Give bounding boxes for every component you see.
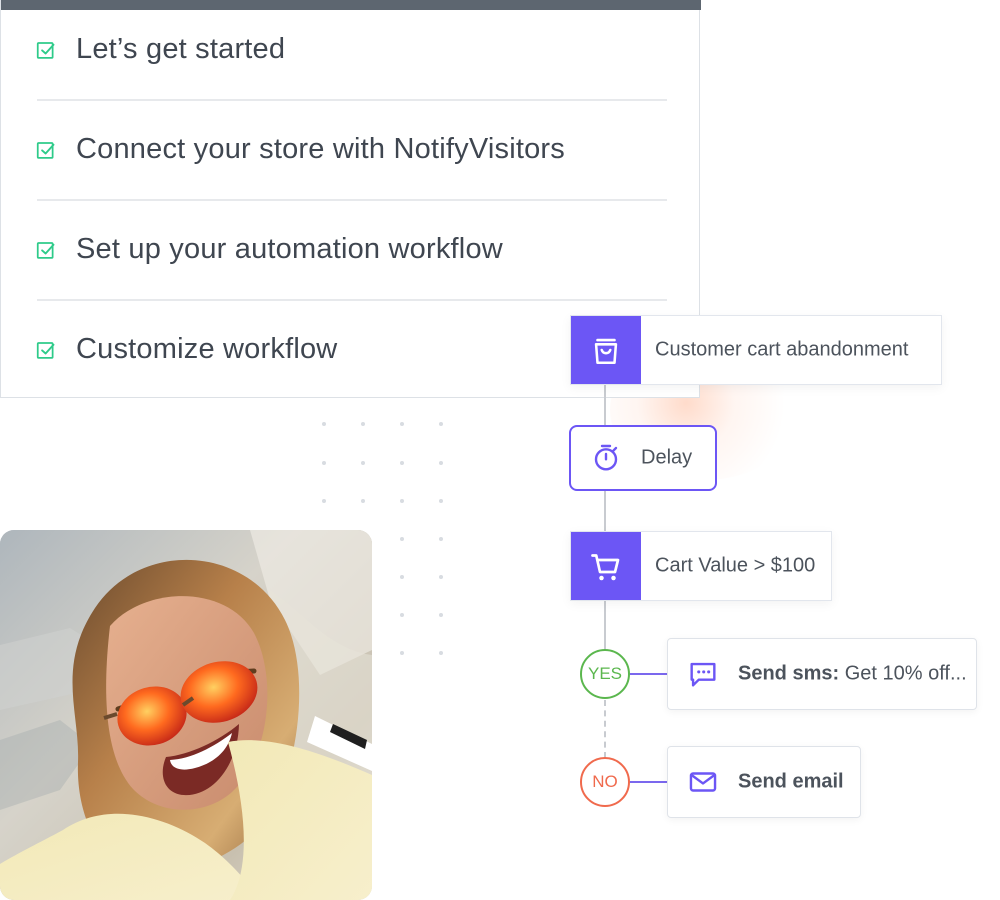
decor-dot xyxy=(439,575,443,579)
decor-dot xyxy=(439,422,443,426)
send-email-label: Send email xyxy=(738,771,844,794)
shopping-cart-icon xyxy=(591,554,620,581)
decor-dot xyxy=(400,499,404,503)
decor-dot xyxy=(400,422,404,426)
decor-dot xyxy=(400,575,404,579)
workflow-delay-card[interactable]: Delay xyxy=(569,425,717,491)
send-email-title: Send email xyxy=(738,770,844,793)
mail-icon xyxy=(689,772,717,792)
decor-dot xyxy=(400,461,404,465)
workflow-connector xyxy=(604,491,606,531)
decor-dot xyxy=(361,461,365,465)
checklist-item: Let’s get started xyxy=(1,0,701,100)
yes-branch-badge[interactable]: YES xyxy=(580,649,630,699)
checklist-item-label: Connect your store with NotifyVisitors xyxy=(76,132,565,165)
decor-dot xyxy=(439,461,443,465)
send-sms-action-card[interactable]: Send sms: Get 10% off... xyxy=(667,638,977,710)
send-sms-message: Get 10% off... xyxy=(839,662,967,685)
decor-dot xyxy=(439,651,443,655)
send-sms-label: Send sms: Get 10% off... xyxy=(738,663,967,686)
checklist-item-label: Set up your automation workflow xyxy=(76,232,503,265)
workflow-trigger-card[interactable]: Customer cart abandonment xyxy=(570,315,942,385)
checkbox-checked-icon xyxy=(36,342,55,359)
hero-illustration: Let’s get started Connect your store wit… xyxy=(0,0,1000,900)
no-branch-badge[interactable]: NO xyxy=(580,757,630,807)
decor-dot xyxy=(400,651,404,655)
shopping-bag-icon xyxy=(594,338,618,365)
checkbox-checked-icon xyxy=(36,242,55,259)
workflow-condition-card[interactable]: Cart Value > $100 xyxy=(570,531,832,601)
send-email-action-card[interactable]: Send email xyxy=(667,746,861,818)
checklist-item-label: Customize workflow xyxy=(76,332,338,365)
condition-label: Cart Value > $100 xyxy=(655,554,816,577)
checklist-item: Connect your store with NotifyVisitors xyxy=(1,100,701,200)
workflow-connector xyxy=(604,600,606,650)
workflow-connector xyxy=(604,384,606,426)
condition-icon-tile xyxy=(571,532,641,600)
customer-photo xyxy=(0,530,372,900)
decor-dot xyxy=(361,499,365,503)
workflow-dashed-connector xyxy=(604,700,606,758)
checklist-item-label: Let’s get started xyxy=(76,32,286,65)
decor-dot xyxy=(439,499,443,503)
decor-dot xyxy=(322,422,326,426)
checkbox-checked-icon xyxy=(36,142,55,159)
delay-label: Delay xyxy=(641,446,693,469)
decor-dot xyxy=(400,613,404,617)
smiling-woman-illustration xyxy=(0,530,372,900)
decor-dot xyxy=(322,499,326,503)
checkbox-checked-icon xyxy=(36,42,55,59)
no-branch-connector xyxy=(630,781,668,783)
decor-dot xyxy=(400,537,404,541)
send-sms-title: Send sms: xyxy=(738,662,840,685)
trigger-icon-tile xyxy=(571,316,641,384)
decor-dot xyxy=(361,422,365,426)
chat-bubble-icon xyxy=(690,662,716,687)
checklist-item: Set up your automation workflow xyxy=(1,200,701,300)
trigger-label: Customer cart abandonment xyxy=(655,338,909,361)
decor-dot xyxy=(439,537,443,541)
yes-branch-connector xyxy=(630,673,668,675)
stopwatch-icon xyxy=(594,444,618,471)
decor-dot xyxy=(439,613,443,617)
decor-dot xyxy=(322,461,326,465)
